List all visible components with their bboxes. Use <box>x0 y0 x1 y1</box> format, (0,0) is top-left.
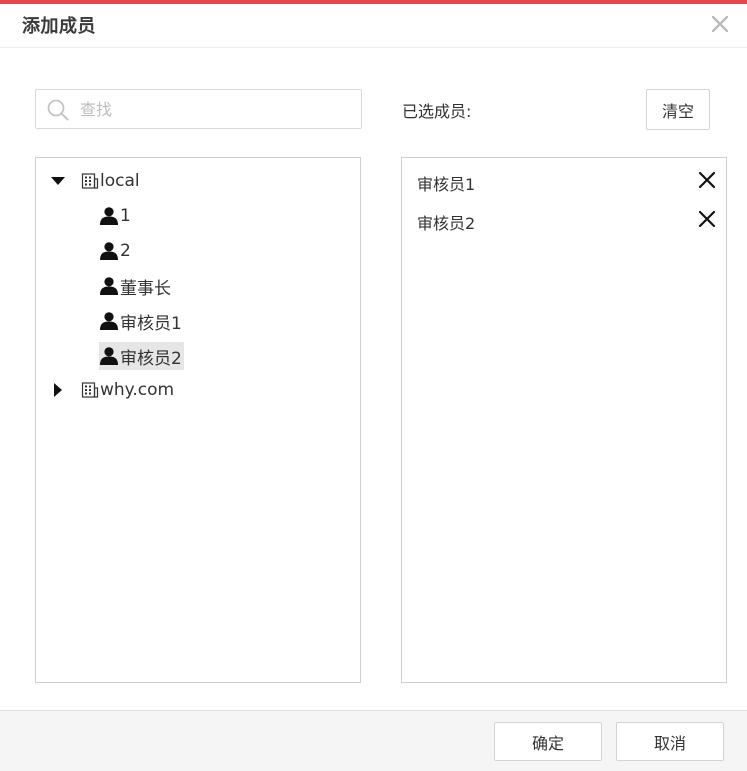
user-icon <box>100 347 118 365</box>
user-icon <box>100 242 118 260</box>
dialog-header: 添加成员 <box>0 4 747 48</box>
selected-member-name: 审核员2 <box>417 214 476 233</box>
dialog-title: 添加成员 <box>22 16 96 37</box>
tree-item-label: 董事长 <box>120 278 171 299</box>
tree-item-label: 审核员2 <box>120 348 182 369</box>
selected-member-item: 审核员2 <box>402 205 726 233</box>
user-icon <box>100 312 118 330</box>
selected-members-label: 已选成员: <box>402 102 472 121</box>
tree-item-user[interactable]: 2 <box>99 237 131 265</box>
dialog-footer: 确定 取消 <box>0 710 747 771</box>
tree-item-label: 审核员1 <box>120 313 182 334</box>
building-icon <box>81 173 99 189</box>
tree-group-local[interactable]: local <box>51 167 140 195</box>
selected-members-list: 审核员1 审核员2 <box>401 157 727 683</box>
caret-down-icon[interactable] <box>51 174 65 188</box>
remove-member-button[interactable] <box>697 170 717 190</box>
building-icon <box>81 382 99 398</box>
remove-icon <box>698 171 716 189</box>
clear-button[interactable]: 清空 <box>646 89 710 130</box>
search-input[interactable] <box>80 96 350 122</box>
close-button[interactable] <box>708 12 732 36</box>
tree-group-label: why.com <box>100 380 175 400</box>
tree-item-user[interactable]: 1 <box>99 202 131 230</box>
selected-member-name: 审核员1 <box>417 175 476 194</box>
search-icon <box>47 99 69 121</box>
cancel-button[interactable]: 取消 <box>616 722 724 761</box>
user-icon <box>100 277 118 295</box>
remove-member-button[interactable] <box>697 209 717 229</box>
tree-item-label: 2 <box>120 241 131 261</box>
search-box[interactable] <box>35 89 362 129</box>
caret-right-icon[interactable] <box>51 383 65 397</box>
user-icon <box>100 207 118 225</box>
selected-member-item: 审核员1 <box>402 166 726 194</box>
tree-item-user[interactable]: 审核员1 <box>99 307 182 335</box>
tree-item-user-selected[interactable]: 审核员2 <box>99 342 184 370</box>
close-icon <box>711 15 729 33</box>
tree-group-why-com[interactable]: why.com <box>51 376 174 404</box>
member-tree: local 1 2 董事长 审核员1 审核员2 why.com <box>35 157 361 683</box>
confirm-button[interactable]: 确定 <box>494 722 602 761</box>
remove-icon <box>698 210 716 228</box>
tree-item-label: 1 <box>120 206 131 226</box>
tree-item-user[interactable]: 董事长 <box>99 272 171 300</box>
tree-group-label: local <box>100 171 140 191</box>
